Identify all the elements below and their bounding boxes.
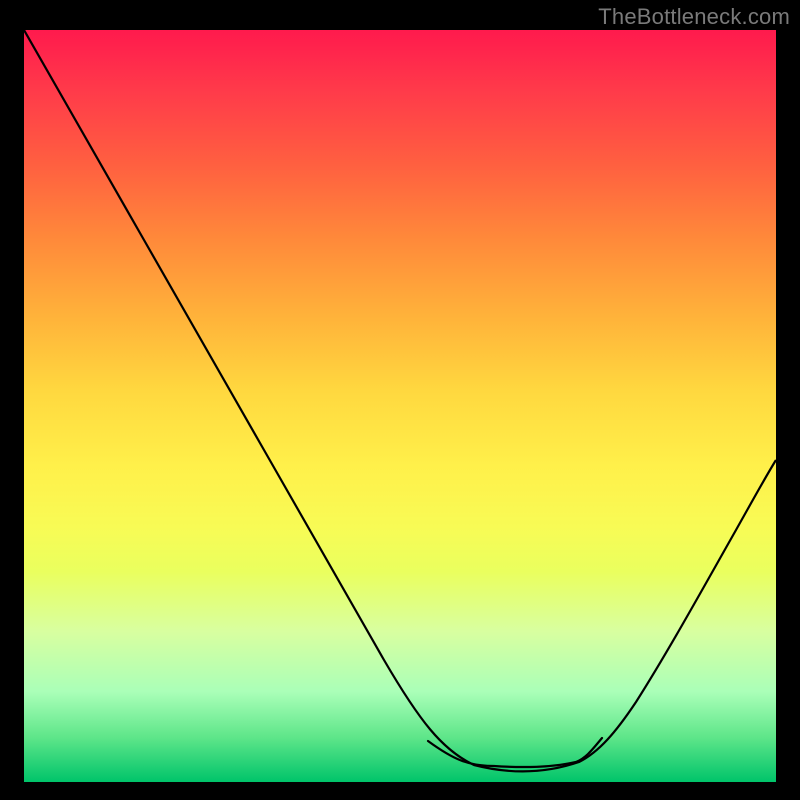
bottleneck-curve — [24, 30, 776, 771]
watermark-text: TheBottleneck.com — [598, 4, 790, 30]
chart-stage: TheBottleneck.com — [0, 0, 800, 800]
plot-area — [24, 30, 776, 782]
curve-svg — [24, 30, 776, 782]
